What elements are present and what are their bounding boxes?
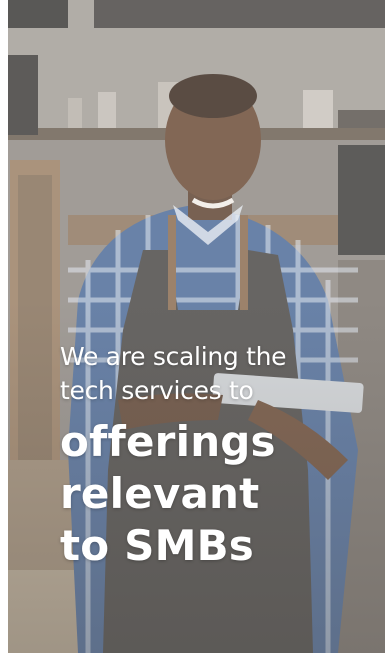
headline-emphasis-3: to SMBs bbox=[60, 521, 255, 570]
screen: We are scaling the tech services to offe… bbox=[0, 0, 385, 653]
hero-headline: We are scaling the tech services to offe… bbox=[60, 340, 380, 572]
headline-line-2: tech services to bbox=[60, 376, 254, 405]
headline-line-1: We are scaling the bbox=[60, 342, 287, 371]
hero-banner: We are scaling the tech services to offe… bbox=[8, 0, 385, 653]
headline-emphasis-1: offerings bbox=[60, 417, 276, 466]
headline-emphasis-2: relevant bbox=[60, 469, 260, 518]
